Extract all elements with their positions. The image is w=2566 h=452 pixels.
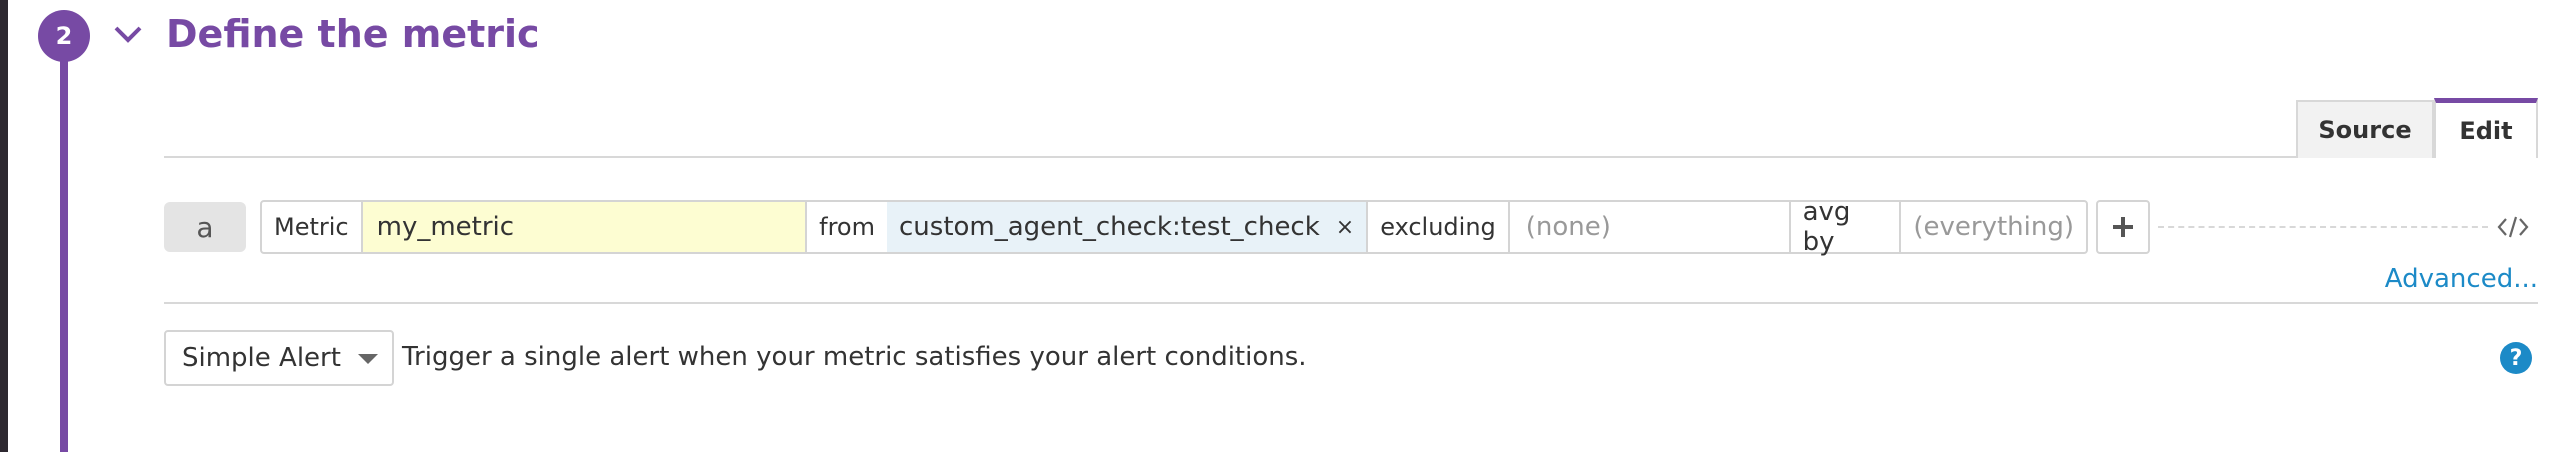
alert-type-selected: Simple Alert bbox=[182, 343, 341, 373]
from-tag-field[interactable]: custom_agent_check:test_check × bbox=[887, 202, 1369, 252]
metric-label: Metric bbox=[262, 202, 363, 252]
help-icon[interactable]: ? bbox=[2500, 342, 2532, 374]
alert-type-description: Trigger a single alert when your metric … bbox=[402, 342, 1307, 372]
section-divider bbox=[164, 302, 2538, 304]
plus-icon bbox=[2113, 217, 2133, 237]
metric-input[interactable]: my_metric bbox=[362, 202, 808, 252]
query-row-guide bbox=[2158, 226, 2488, 228]
step-number-badge: 2 bbox=[38, 10, 90, 62]
caret-down-icon bbox=[358, 354, 378, 364]
code-icon[interactable] bbox=[2496, 214, 2530, 240]
section-title: Define the metric bbox=[166, 12, 540, 56]
tag-remove-icon[interactable]: × bbox=[1336, 215, 1354, 240]
excluding-input[interactable]: (none) bbox=[1510, 202, 1791, 252]
advanced-link[interactable]: Advanced... bbox=[2385, 264, 2538, 294]
from-label: from bbox=[819, 213, 875, 241]
chevron-down-icon[interactable] bbox=[110, 20, 146, 48]
tab-source[interactable]: Source bbox=[2296, 100, 2434, 158]
avg-by-input[interactable]: (everything) bbox=[1901, 202, 2086, 252]
step-progress-line bbox=[60, 40, 68, 452]
metric-query-editor: Metric my_metric from custom_agent_check… bbox=[260, 197, 2088, 257]
tab-edit[interactable]: Edit bbox=[2434, 98, 2538, 158]
avg-by-label: avg by bbox=[1791, 197, 1902, 257]
tag-chip: custom_agent_check:test_check × bbox=[887, 202, 1367, 252]
excluding-label: excluding bbox=[1368, 202, 1510, 252]
query-letter-label: a bbox=[164, 202, 246, 252]
sidebar-edge bbox=[0, 0, 8, 452]
tag-chip-label: custom_agent_check:test_check bbox=[899, 212, 1320, 242]
alert-type-select[interactable]: Simple Alert bbox=[164, 330, 394, 386]
add-query-button[interactable] bbox=[2096, 200, 2150, 254]
tabs-divider bbox=[164, 156, 2538, 158]
